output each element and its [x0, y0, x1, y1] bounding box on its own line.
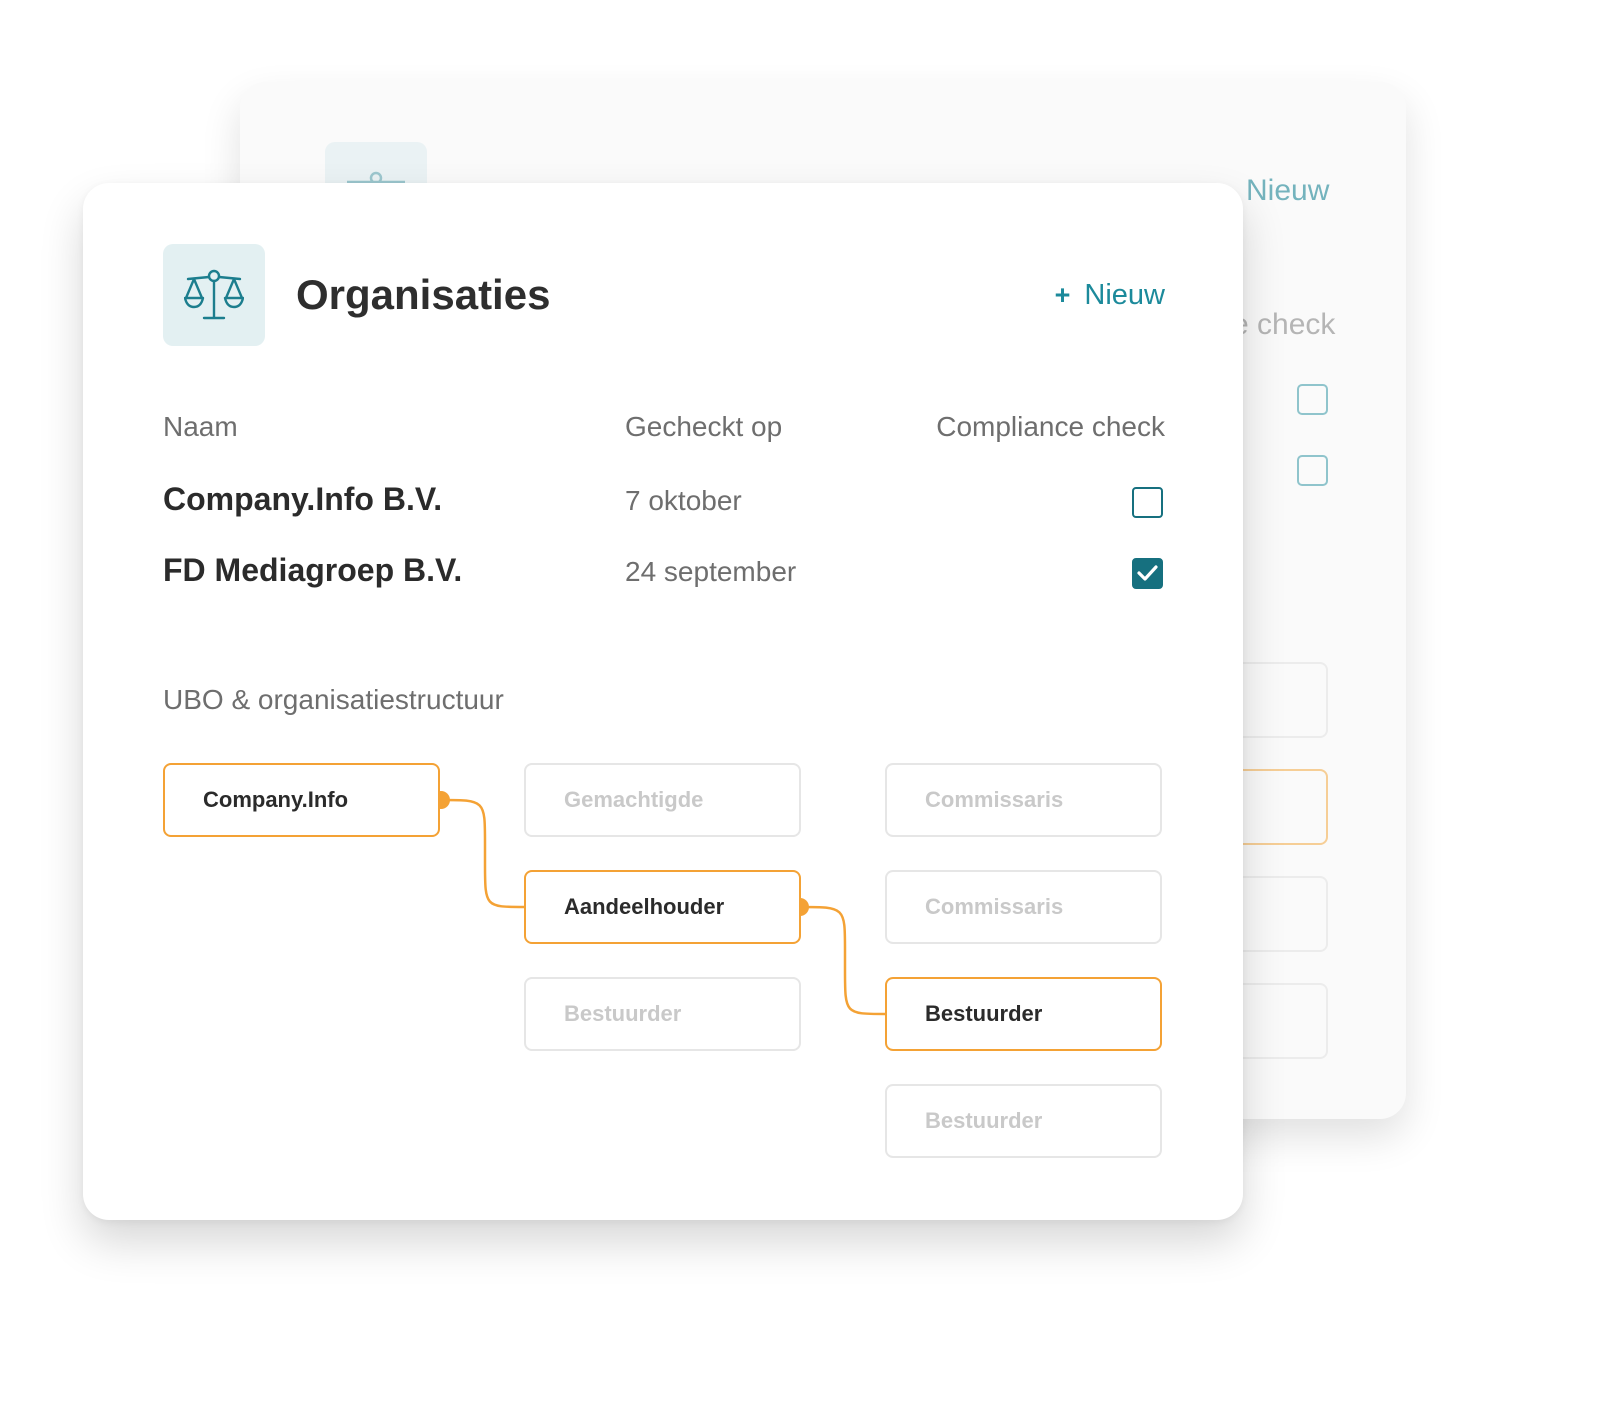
background-column-header: e check: [1232, 308, 1336, 341]
organisations-card: Organisaties + Nieuw Naam Gecheckt op Co…: [83, 183, 1243, 1220]
structure-node-commissaris[interactable]: Commissaris: [885, 870, 1162, 944]
connector-line: [440, 798, 525, 909]
structure-node-bestuurder[interactable]: Bestuurder: [524, 977, 801, 1051]
structure-node-bestuurder[interactable]: Bestuurder: [885, 1084, 1162, 1158]
structure-node-aandeelhouder[interactable]: Aandeelhouder: [524, 870, 801, 944]
structure-node-company[interactable]: Company.Info: [163, 763, 440, 837]
structure-connectors: [432, 791, 886, 1016]
background-new-link: Nieuw: [1246, 174, 1330, 207]
background-checkbox: [1297, 455, 1328, 486]
background-checkbox: [1297, 384, 1328, 415]
connector-line: [799, 905, 886, 1016]
structure-node-bestuurder-active[interactable]: Bestuurder: [885, 977, 1162, 1051]
structure-node-gemachtigde[interactable]: Gemachtigde: [524, 763, 801, 837]
structure-node-commissaris[interactable]: Commissaris: [885, 763, 1162, 837]
